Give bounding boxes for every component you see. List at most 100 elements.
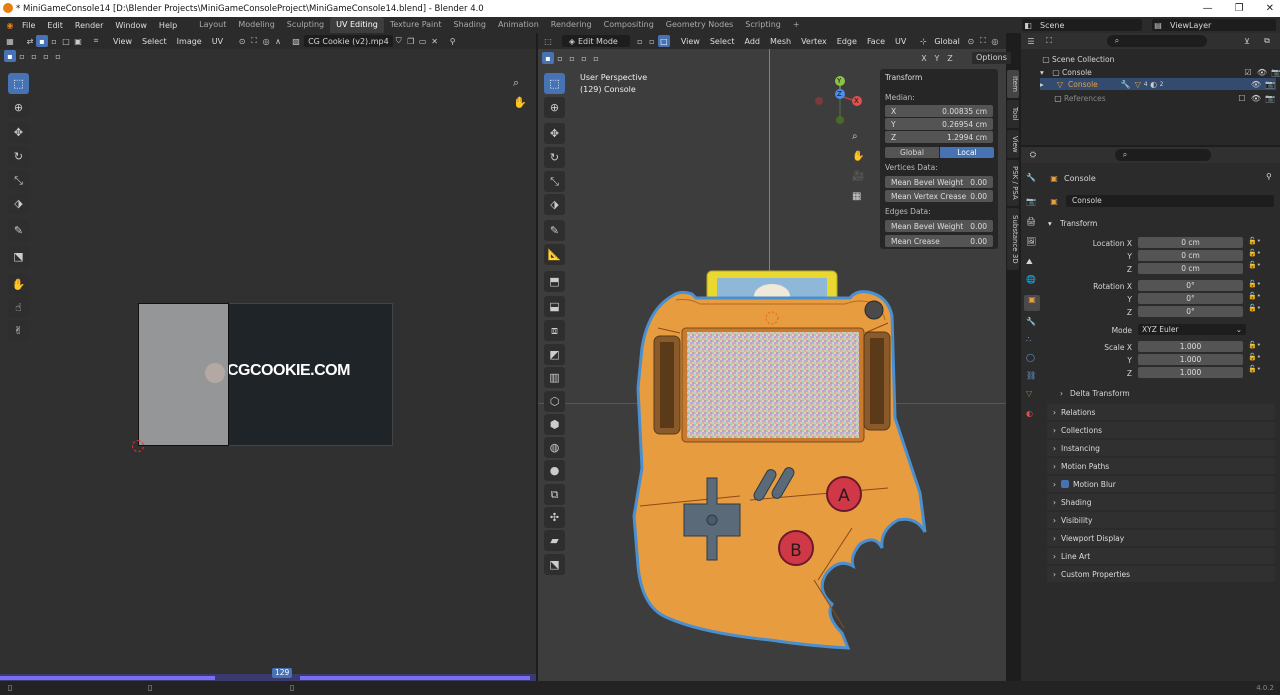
close-icon[interactable]: ✕ [1266, 3, 1274, 14]
vp-rip-tool[interactable]: ⬔ [544, 554, 565, 575]
vp-annotate-tool[interactable]: ✎ [544, 220, 565, 241]
npanel-transform-header[interactable]: Transform [885, 73, 922, 82]
median-z-field[interactable]: Z 1.2994 cm [885, 131, 993, 143]
constraints-tab-icon[interactable]: ⛓ [1026, 371, 1036, 380]
transform-panel-header[interactable]: ▾ Transform [1048, 217, 1276, 230]
vp-menu-face[interactable]: Face [862, 37, 890, 46]
vp-edge-slide-tool[interactable]: ⧉ [544, 484, 565, 505]
properties-pin-icon[interactable]: ⚲ [1266, 172, 1272, 181]
motion-paths-panel[interactable]: › Motion Paths [1047, 458, 1275, 474]
tab-animation[interactable]: Animation [492, 17, 545, 33]
location-y-field[interactable]: 0 cm [1138, 250, 1243, 261]
vp-menu-add[interactable]: Add [740, 37, 766, 46]
exclude-checkbox-icon[interactable]: ☑ [1242, 66, 1254, 78]
filter-icon[interactable]: ⊻ [1241, 35, 1253, 47]
relations-panel[interactable]: › Relations [1047, 404, 1275, 420]
delta-transform-subpanel[interactable]: › Delta Transform [1060, 389, 1130, 398]
uv-relax-tool[interactable]: ☝ [8, 297, 29, 318]
vertex-select-icon[interactable]: ▪ [36, 35, 48, 47]
vp-extrude-tool[interactable]: ⬓ [544, 296, 565, 317]
global-toggle[interactable]: Global [885, 147, 939, 158]
uv-zoom-icon[interactable]: ⌕ [513, 76, 519, 90]
scale-y-field[interactable]: 1.000 [1138, 354, 1243, 365]
tab-compositing[interactable]: Compositing [598, 17, 660, 33]
viewport-display-panel[interactable]: › Viewport Display [1047, 530, 1275, 546]
maximize-icon[interactable]: ❐ [1235, 3, 1244, 14]
object-name-value[interactable]: Console [1066, 195, 1274, 207]
tab-layout[interactable]: Layout [193, 17, 232, 33]
editor-type-icon[interactable]: ▦ [4, 35, 16, 47]
data-tab-icon[interactable]: ▽ [1026, 389, 1032, 398]
mirror-z-toggle[interactable]: Z [944, 52, 956, 64]
tab-texture-paint[interactable]: Texture Paint [384, 17, 448, 33]
uv-menu-select[interactable]: Select [137, 37, 172, 46]
scale-z-field[interactable]: 1.000 [1138, 367, 1243, 378]
motion-blur-panel[interactable]: › Motion Blur [1047, 476, 1275, 492]
mean-vertex-crease-field[interactable]: Mean Vertex Crease 0.00 [885, 190, 993, 202]
scene-tab-icon[interactable]: ⛰ [1026, 257, 1033, 267]
outliner-row-references[interactable]: ▢ References [1052, 92, 1105, 104]
visibility-panel[interactable]: › Visibility [1047, 512, 1275, 528]
render-camera-icon[interactable]: 📷 [1270, 66, 1280, 78]
lock-scale-y-icon[interactable]: 🔓• [1248, 353, 1261, 361]
physics-tab-icon[interactable]: ◯ [1026, 353, 1035, 362]
current-frame-indicator[interactable]: 129 [272, 668, 293, 678]
uv-grab-tool[interactable]: ✋ [8, 274, 29, 295]
mirror-x-toggle[interactable]: X [918, 52, 930, 64]
world-tab-icon[interactable]: 🌐 [1026, 275, 1036, 284]
vp-scale-tool[interactable]: ⤡ [544, 171, 565, 192]
uv-transform-tool[interactable]: ⬗ [8, 193, 29, 214]
object-render-camera-icon[interactable]: 📷 [1264, 78, 1276, 90]
viewport-pivot-icon[interactable]: ⊙ [965, 35, 977, 47]
object-visibility-eye-icon[interactable]: 👁 [1250, 78, 1262, 90]
options-dropdown[interactable]: Options [972, 52, 1011, 64]
line-art-panel[interactable]: › Line Art [1047, 548, 1275, 564]
lock-rotation-y-icon[interactable]: 🔓• [1248, 292, 1261, 300]
vp-bevel-tool[interactable]: ◩ [544, 344, 565, 365]
edge-select-icon[interactable]: ▫ [48, 35, 60, 47]
edge-select-mode-icon[interactable]: ▫ [646, 35, 658, 47]
location-z-field[interactable]: 0 cm [1138, 263, 1243, 274]
scene-selector[interactable]: ◧ Scene [1022, 19, 1142, 31]
uv-menu-image[interactable]: Image [172, 37, 207, 46]
vp-shear-tool[interactable]: ▰ [544, 530, 565, 551]
uv-pan-icon[interactable]: ✋ [513, 96, 527, 109]
vp-inset-tool[interactable]: ⧈ [544, 320, 565, 341]
image-selector[interactable]: CG Cookie (v2).mp4 [304, 35, 393, 47]
select-mode-intersect-icon[interactable]: ▫ [52, 50, 64, 62]
lock-location-y-icon[interactable]: 🔓• [1248, 249, 1261, 257]
vp-cursor-tool[interactable]: ⊕ [544, 97, 565, 118]
lock-rotation-x-icon[interactable]: 🔓• [1248, 280, 1261, 288]
select-mode-subtract-icon[interactable]: ▫ [28, 50, 40, 62]
vp-zoom-icon[interactable]: ⌕ [852, 131, 858, 142]
mean-bevel-weight-v-field[interactable]: Mean Bevel Weight 0.00 [885, 176, 993, 188]
vp-measure-tool[interactable]: 📐 [544, 244, 565, 265]
tab-sculpting[interactable]: Sculpting [281, 17, 330, 33]
menu-edit[interactable]: Edit [41, 21, 69, 30]
viewport-editor-type-icon[interactable]: ⬚ [542, 35, 554, 47]
vp-add-cube-tool[interactable]: ⬒ [544, 271, 565, 292]
vp-transform-tool[interactable]: ⬗ [544, 194, 565, 215]
outliner-search[interactable]: ⌕ [1107, 35, 1207, 47]
rotation-y-field[interactable]: 0° [1138, 293, 1243, 304]
sidebar-tab-psk-psa[interactable]: PSK / PSA [1007, 160, 1019, 206]
references-exclude-icon[interactable]: ☐ [1236, 92, 1248, 104]
uv-cursor-tool[interactable]: ⊕ [8, 97, 29, 118]
viewport-proportional-icon[interactable]: ◎ [989, 35, 1001, 47]
sidebar-tab-tool[interactable]: Tool [1007, 100, 1019, 128]
properties-editor-icon[interactable]: ⛭ [1027, 149, 1039, 161]
vp-spin-tool[interactable]: ◍ [544, 437, 565, 458]
mean-crease-field[interactable]: Mean Crease 0.00 [885, 235, 993, 247]
vp-select-intersect-icon[interactable]: ▫ [590, 52, 602, 64]
fake-user-icon[interactable]: ⛉ [393, 35, 405, 47]
tab-scripting[interactable]: Scripting [739, 17, 787, 33]
select-mode-new-icon[interactable]: ▪ [4, 50, 16, 62]
particles-tab-icon[interactable]: ∴ [1026, 335, 1031, 344]
new-image-icon[interactable]: ❐ [405, 35, 417, 47]
menu-file[interactable]: File [16, 21, 41, 30]
tool-tab-icon[interactable]: 🔧 [1026, 173, 1036, 182]
outliner-editor-icon[interactable]: ☰ [1025, 35, 1037, 47]
vp-menu-view[interactable]: View [676, 37, 705, 46]
ortho-toggle-icon[interactable]: ▦ [852, 191, 861, 202]
lock-rotation-z-icon[interactable]: 🔓• [1248, 304, 1261, 312]
